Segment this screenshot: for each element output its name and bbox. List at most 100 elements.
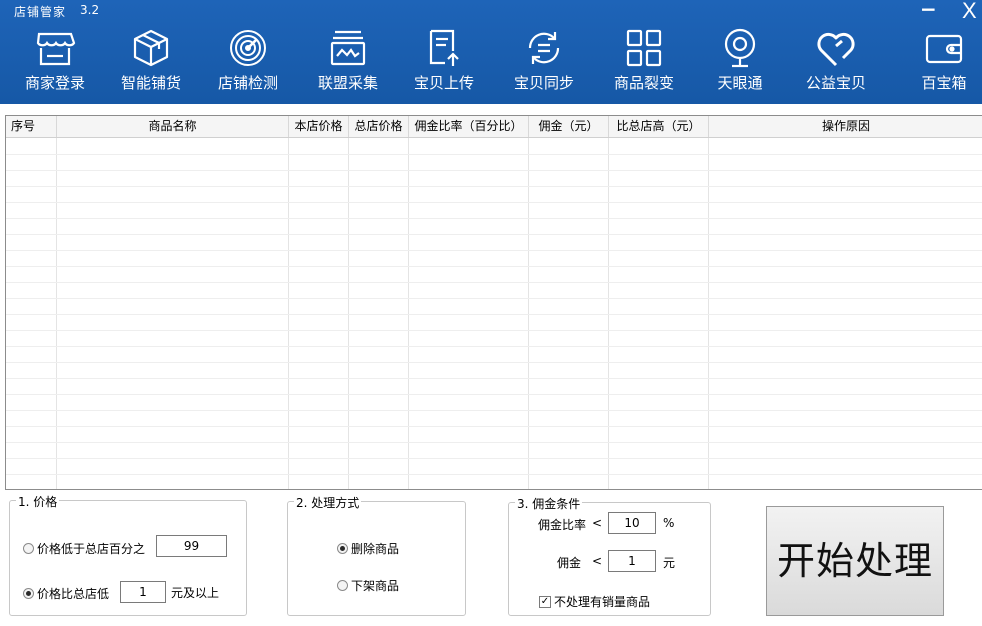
commission-rate-label: 佣金比率 [538,518,587,532]
radar-icon [230,30,266,66]
row-divider [6,314,982,315]
start-processing-button[interactable]: 开始处理 [766,506,944,616]
row-divider [6,298,982,299]
row-divider [6,170,982,171]
toolbar-item-treasure-box[interactable]: 百宝箱 [896,22,982,100]
commission-amount-input[interactable] [608,550,656,572]
price-lower-amount-label: 价格比总店低 [37,587,110,601]
handling-group: 2. 处理方式 [287,494,466,616]
toolbar-item-label: 店铺检测 [217,74,278,92]
toolbar-item-smart-listing[interactable]: 智能铺货 [103,22,199,100]
commission-group-title: 3. 佣金条件 [515,495,583,512]
toolbar-item-item-upload[interactable]: 宝贝上传 [396,22,492,100]
table-header: 序号 商品名称 本店价格 总店价格 佣金比率（百分比） 佣金（元） 比总店高（元… [6,116,982,138]
minimize-button[interactable]: − [920,0,937,19]
checkbox-box: ✓ [539,595,551,608]
price-below-percent-radio[interactable]: 价格低于总店百分之 [23,540,145,557]
toolbar-item-charity-item[interactable]: 公益宝贝 [788,22,884,100]
commission-amount-unit: 元 [663,556,676,570]
app-title: 店铺管家 [14,5,67,19]
row-divider [6,426,982,427]
column-header-commission-rate[interactable]: 佣金比率（百分比） [409,116,529,137]
row-divider [6,394,982,395]
price-lower-amount-suffix: 元及以上 [171,586,220,600]
price-group-title: 1. 价格 [16,493,60,510]
store-icon [36,32,76,66]
toolbar-item-label: 天眼通 [717,74,763,92]
toolbar-item-merchant-login[interactable]: 商家登录 [7,22,103,100]
skip-sold-label: 不处理有销量商品 [554,595,651,609]
commission-rate-input[interactable] [608,512,656,534]
toolbar-item-label: 商品裂变 [613,74,674,92]
row-divider [6,234,982,235]
column-header-index[interactable]: 序号 [6,116,57,137]
row-divider [6,346,982,347]
commission-rate-unit: % [663,516,675,530]
row-divider [6,282,982,283]
toolbar-item-product-fission[interactable]: 商品裂变 [596,22,692,100]
toolbar-item-label: 百宝箱 [921,74,967,92]
sync-icon [528,32,560,64]
radio-circle [23,588,34,599]
close-button[interactable]: X [962,0,977,24]
wallet-icon [925,34,963,64]
radio-circle [337,580,348,591]
product-table[interactable]: 序号 商品名称 本店价格 总店价格 佣金比率（百分比） 佣金（元） 比总店高（元… [5,115,982,490]
column-header-higher-than-hq[interactable]: 比总店高（元） [609,116,709,137]
delete-product-label: 删除商品 [351,542,400,556]
row-divider [6,442,982,443]
app-version: 3.2 [80,3,100,17]
row-divider [6,378,982,379]
toolbar-item-label: 商家登录 [24,74,85,92]
column-header-commission[interactable]: 佣金（元） [529,116,609,137]
main-toolbar: 商家登录 智能铺货 店铺检测 联盟采集 宝贝上传 宝贝同步 商品裂变 天眼通 公… [0,22,982,102]
price-lower-amount-input[interactable] [120,581,166,603]
column-header-product-name[interactable]: 商品名称 [57,116,289,137]
toolbar-item-store-check[interactable]: 店铺检测 [200,22,296,100]
toolbar-item-label: 宝贝同步 [513,74,574,92]
row-divider [6,202,982,203]
toolbar-item-label: 智能铺货 [120,74,181,92]
price-percent-input[interactable] [156,535,227,557]
toolbar-item-label: 宝贝上传 [413,74,474,92]
row-divider [6,410,982,411]
toolbar-item-sky-eye[interactable]: 天眼通 [692,22,788,100]
handling-group-title: 2. 处理方式 [294,494,362,511]
row-divider [6,266,982,267]
collect-icon [330,30,366,66]
grid-icon [626,29,662,67]
heart-icon [817,32,855,67]
column-header-reason[interactable]: 操作原因 [709,116,982,137]
row-divider [6,362,982,363]
commission-rate-operator: < [592,516,603,530]
upload-icon [429,29,459,66]
toolbar-item-alliance-collect[interactable]: 联盟采集 [300,22,396,100]
column-header-hq-price[interactable]: 总店价格 [349,116,409,137]
commission-amount-operator: < [592,554,603,568]
radio-circle [337,543,348,554]
delete-product-radio[interactable]: 删除商品 [337,540,399,557]
toolbar-item-label: 联盟采集 [317,74,378,92]
row-divider [6,154,982,155]
title-bar: 店铺管家 3.2 − X 商家登录 智能铺货 店铺检测 联盟采集 宝贝上传 宝贝… [0,0,982,104]
camera-icon [724,28,756,68]
price-lower-amount-radio[interactable]: 价格比总店低 [23,585,109,602]
row-divider [6,250,982,251]
row-divider [6,330,982,331]
delist-product-radio[interactable]: 下架商品 [337,577,399,594]
start-processing-label: 开始处理 [776,539,933,583]
row-divider [6,218,982,219]
row-divider [6,474,982,475]
box-icon [133,29,169,67]
skip-sold-checkbox[interactable]: ✓ 不处理有销量商品 [539,593,650,610]
row-divider [6,186,982,187]
table-body [6,138,982,489]
delist-product-label: 下架商品 [351,579,400,593]
radio-circle [23,543,34,554]
price-below-percent-label: 价格低于总店百分之 [37,542,146,556]
row-divider [6,458,982,459]
toolbar-item-label: 公益宝贝 [805,74,866,92]
toolbar-item-item-sync[interactable]: 宝贝同步 [496,22,592,100]
commission-amount-label: 佣金 [557,556,582,570]
column-header-store-price[interactable]: 本店价格 [289,116,349,137]
